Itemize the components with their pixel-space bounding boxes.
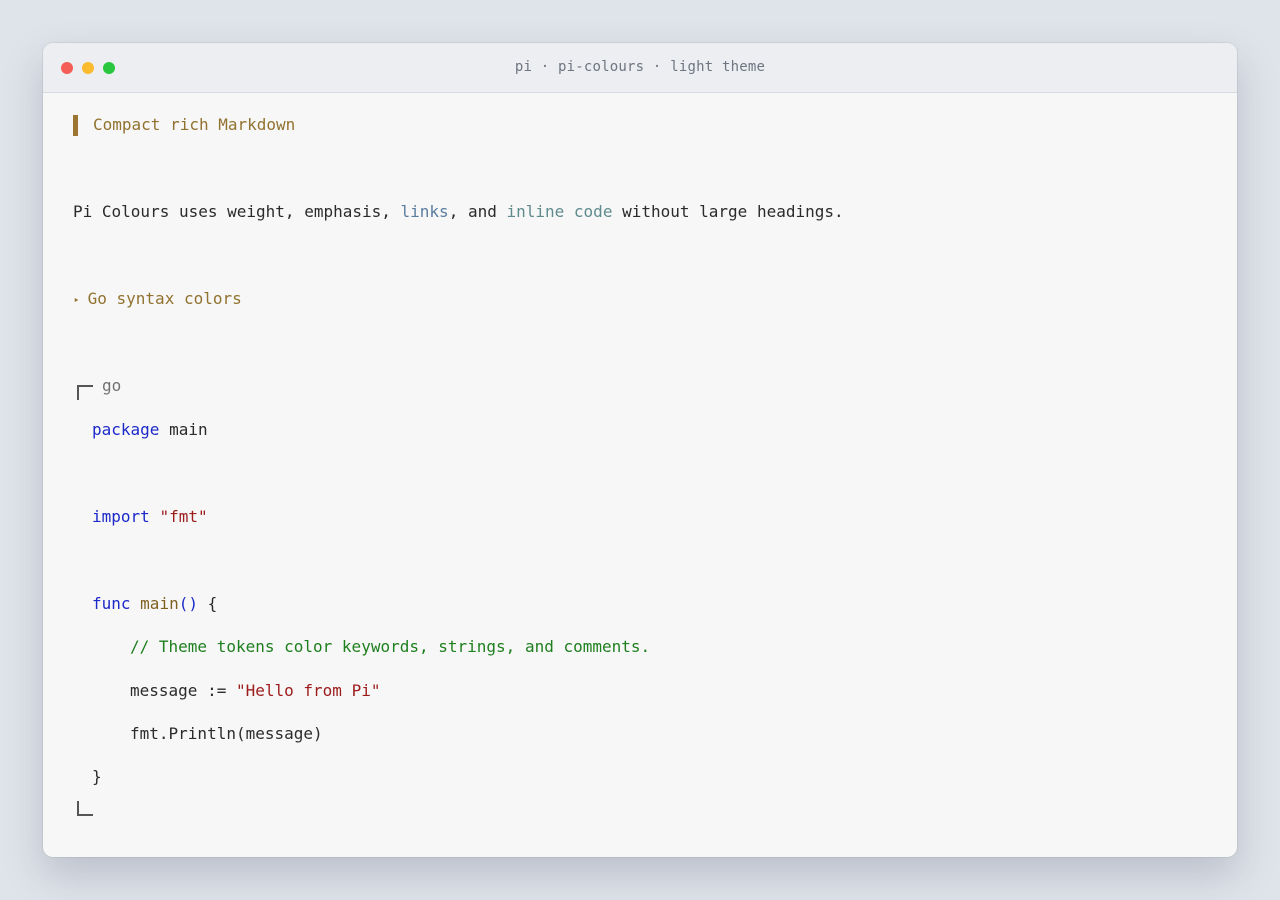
code-comment: // Theme tokens color keywords, strings,… — [130, 637, 651, 656]
open-brace: { — [197, 594, 218, 613]
code-close-brace: } — [92, 767, 102, 786]
inline-code: inline code — [506, 202, 613, 221]
paragraph: Pi Colours uses weight, emphasis, links,… — [73, 202, 844, 222]
function-parens: () — [178, 594, 198, 613]
function-name: main — [140, 594, 179, 613]
keyword-package: package — [92, 420, 160, 439]
paragraph-text-middle: , and — [448, 202, 507, 221]
list-heading: ‣ Go syntax colors — [73, 289, 242, 311]
bullet-icon: ‣ — [73, 294, 80, 307]
code-line-println: fmt.Println(message) — [130, 724, 323, 743]
code-line-func: func main() { — [92, 594, 217, 614]
keyword-import: import — [92, 507, 150, 526]
code-line-import: import "fmt" — [92, 507, 208, 527]
paragraph-text-start: Pi Colours uses weight, emphasis, — [73, 202, 401, 221]
code-language-label: go — [102, 376, 122, 395]
terminal-window: pi · pi-colours · light theme Compact ri… — [43, 43, 1237, 857]
package-name: main — [159, 420, 208, 439]
keyword-func: func — [92, 594, 131, 613]
code-line-package: package main — [92, 420, 208, 440]
code-block-top-corner — [77, 385, 93, 400]
title-bar: pi · pi-colours · light theme — [43, 43, 1237, 93]
list-heading-label: Go syntax colors — [87, 289, 242, 308]
paragraph-text-end: without large headings. — [612, 202, 844, 221]
code-line-message: message := "Hello from Pi" — [130, 681, 380, 701]
code-block-bottom-corner — [77, 801, 93, 816]
window-title: pi · pi-colours · light theme — [514, 59, 766, 75]
blockquote-heading: Compact rich Markdown — [93, 115, 296, 134]
message-string: "Hello from Pi" — [235, 681, 381, 700]
blockquote-bar — [73, 115, 78, 136]
import-string: "fmt" — [159, 507, 208, 526]
links-link[interactable]: links — [401, 202, 449, 221]
message-assignment: message := — [130, 681, 236, 700]
